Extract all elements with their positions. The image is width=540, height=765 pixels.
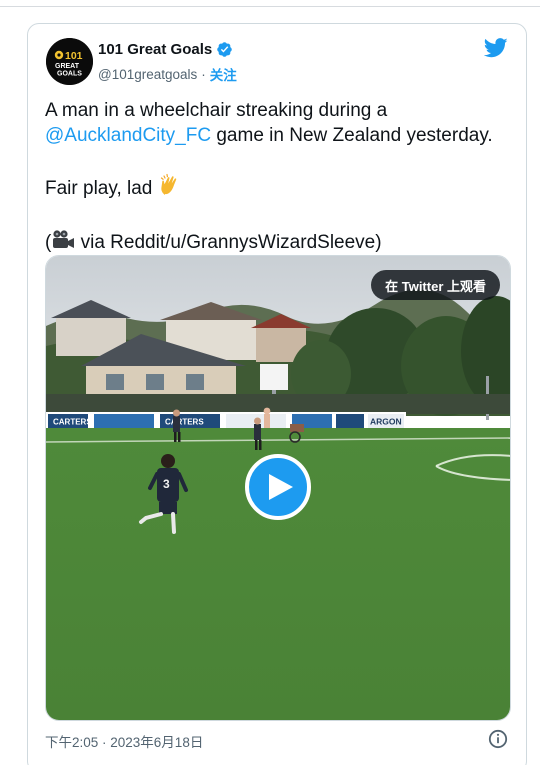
- info-icon[interactable]: [488, 729, 508, 749]
- play-icon: [268, 474, 293, 500]
- avatar[interactable]: 101 GREAT GOALS: [46, 38, 93, 85]
- pitch-board-text-3: ARGON: [370, 417, 402, 427]
- twitter-bird-icon[interactable]: [484, 38, 508, 58]
- avatar-text-101: 101: [65, 50, 83, 62]
- author-handle-row: @101greatgoals · 关注: [98, 64, 237, 84]
- avatar-text-goals: GOALS: [57, 71, 82, 78]
- tweet-text-line-3: Fair play, lad: [45, 173, 515, 204]
- avatar-logo: 101 GREAT GOALS: [46, 38, 93, 85]
- watch-on-twitter-button[interactable]: 在 Twitter 上观看: [371, 270, 500, 300]
- author-name-row: 101 Great Goals: [98, 41, 233, 58]
- author-display-name[interactable]: 101 Great Goals: [98, 41, 212, 58]
- tweet-text-line-4-rest: via Reddit/u/GrannysWizardSleeve): [75, 232, 382, 253]
- avatar-text-great: GREAT: [55, 63, 80, 70]
- mention-link[interactable]: @AucklandCity_FC: [45, 125, 211, 146]
- follow-link[interactable]: 关注: [210, 64, 237, 84]
- page-top-divider: [0, 0, 540, 7]
- author-handle[interactable]: @101greatgoals: [98, 67, 197, 82]
- tweet-text-line-2: @AucklandCity_FC game in New Zealand yes…: [45, 123, 515, 148]
- pitch-board-text-1: CARTERS: [53, 418, 92, 427]
- tweet-timestamp[interactable]: 下午2:05 · 2023年6月18日: [45, 731, 203, 751]
- tweet-text-line-4: ( via Reddit/u/GrannysWizardSleeve): [45, 229, 515, 258]
- movie-camera-emoji-icon: [51, 229, 75, 258]
- video-player[interactable]: CARTERS CARTERS ARGON 3 在 Twitter 上观看: [45, 255, 511, 721]
- pitch-board-text-2: CARTERS: [165, 418, 204, 427]
- clapping-hands-emoji-icon: [158, 173, 182, 204]
- tweet-text-line-2-rest: game in New Zealand yesterday.: [211, 125, 493, 146]
- tweet-text-line-3-text: Fair play, lad: [45, 178, 158, 199]
- play-button[interactable]: [245, 454, 311, 520]
- player-number-text: 3: [163, 477, 170, 491]
- handle-separator: ·: [201, 66, 206, 82]
- tweet-text-line-1: A man in a wheelchair streaking during a: [45, 100, 388, 121]
- verified-badge-icon: [216, 41, 233, 58]
- tweet-text: A man in a wheelchair streaking during a…: [45, 98, 515, 258]
- tweet-embed-card: 101 GREAT GOALS 101 Great Goals @101grea…: [27, 23, 527, 765]
